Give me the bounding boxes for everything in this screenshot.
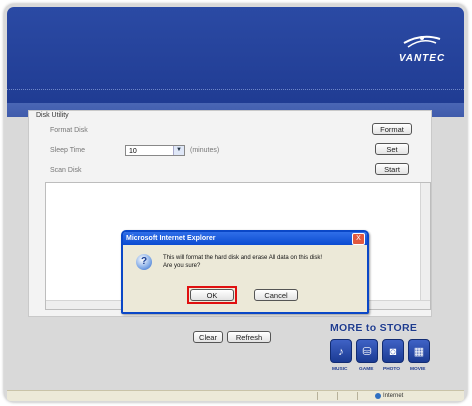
- vantec-logo: VANTEC: [392, 29, 452, 67]
- format-button[interactable]: Format: [372, 123, 412, 135]
- status-separator: [357, 392, 358, 400]
- promo-icons: ♪ ⛁ ◙ ▦: [330, 339, 435, 364]
- refresh-button[interactable]: Refresh: [227, 331, 271, 343]
- ok-button[interactable]: OK: [190, 289, 234, 301]
- sleep-time-value: 10: [129, 148, 137, 155]
- vertical-scrollbar[interactable]: [420, 183, 430, 309]
- confirm-dialog: Microsoft Internet Explorer X ? This wil…: [121, 230, 369, 314]
- camera-icon[interactable]: ◙: [382, 339, 404, 363]
- cancel-button[interactable]: Cancel: [254, 289, 298, 301]
- status-separator: [337, 392, 338, 400]
- database-icon[interactable]: ⛁: [356, 339, 378, 363]
- panel-title: Disk Utility: [36, 112, 69, 119]
- chevron-down-icon[interactable]: ▼: [173, 146, 184, 155]
- sleep-time-label: Sleep Time: [50, 147, 86, 154]
- dialog-message-line2: Are you sure?: [163, 263, 201, 269]
- promo-label-music: MUSIC: [332, 367, 348, 372]
- promo-label-movie: MOVIE: [410, 367, 426, 372]
- clear-button[interactable]: Clear: [193, 331, 223, 343]
- set-button[interactable]: Set: [375, 143, 409, 155]
- music-icon[interactable]: ♪: [330, 339, 352, 363]
- logo-swoosh-icon: [403, 35, 441, 48]
- format-disk-label: Format Disk: [50, 127, 88, 134]
- status-bar: Internet: [7, 390, 464, 401]
- question-icon: ?: [136, 254, 152, 270]
- promo-title: MORE to STORE: [330, 322, 418, 334]
- start-button[interactable]: Start: [375, 163, 409, 175]
- dialog-message-line1: This will format the hard disk and erase…: [163, 255, 323, 261]
- brand-name: VANTEC: [398, 53, 446, 64]
- dialog-message: This will format the hard disk and erase…: [163, 254, 358, 270]
- promo-label-photo: PHOTO: [383, 367, 400, 372]
- scan-disk-label: Scan Disk: [50, 167, 82, 174]
- sleep-unit-label: (minutes): [190, 147, 220, 154]
- movie-icon[interactable]: ▦: [408, 339, 430, 363]
- status-zone-text: Internet: [383, 393, 404, 399]
- more-to-store-promo: MORE to STORE ♪ ⛁ ◙ ▦ MUSIC GAME PHOTO M…: [330, 322, 440, 378]
- header-divider: [7, 89, 464, 90]
- dialog-title: Microsoft Internet Explorer: [123, 232, 367, 245]
- header-banner: VANTEC: [7, 7, 464, 103]
- promo-label-game: GAME: [359, 367, 374, 372]
- close-icon[interactable]: X: [352, 233, 365, 245]
- sleep-time-select[interactable]: 10 ▼: [125, 145, 185, 156]
- status-separator: [317, 392, 318, 400]
- internet-zone-icon: [375, 393, 381, 399]
